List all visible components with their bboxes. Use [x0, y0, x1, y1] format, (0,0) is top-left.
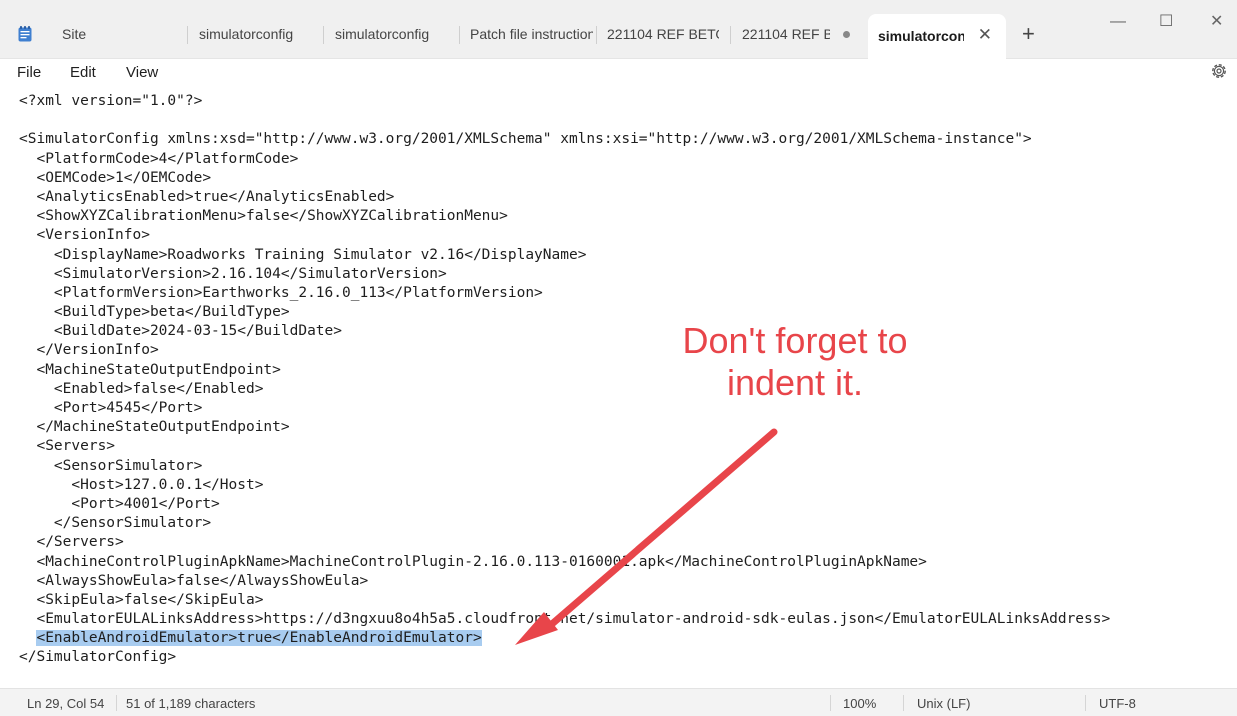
code-line-text: <EmulatorEULALinksAddress>https://d3ngxu… — [19, 611, 1111, 628]
code-line: <MachineControlPluginApkName>MachineCont… — [19, 553, 1110, 572]
code-line-text: </SensorSimulator> — [19, 515, 212, 532]
code-line: <Port>4001</Port> — [19, 495, 1110, 514]
annotation-line-2: indent it. — [726, 362, 864, 403]
code-line: </MachineStateOutputEndpoint> — [19, 418, 1110, 437]
menu-edit[interactable]: Edit — [70, 63, 96, 83]
code-line-text: <Port>4545</Port> — [19, 400, 203, 416]
annotation-line-1: Don't forget to — [682, 320, 908, 361]
code-line-text: </SimulatorConfig> — [19, 649, 177, 666]
code-line-text: <SimulatorConfig xmlns:xsd="http://www.w… — [19, 131, 1032, 148]
maximize-button[interactable]: ☐ — [1159, 12, 1173, 32]
text-editor[interactable]: <?xml version="1.0"?> <SimulatorConfig xm… — [0, 88, 1237, 688]
notepad-icon — [18, 26, 32, 42]
status-divider — [116, 695, 117, 711]
status-bar: Ln 29, Col 54 51 of 1,189 characters 100… — [0, 688, 1237, 716]
tab-divider — [187, 26, 188, 44]
code-line-text: <PlatformVersion>Earthworks_2.16.0_113</… — [19, 284, 543, 301]
code-line-text: <Servers> — [19, 438, 116, 455]
status-divider — [830, 695, 831, 711]
tab-patch-file-instructions[interactable]: Patch file instructions — [470, 22, 593, 46]
code-line: </SimulatorConfig> — [19, 648, 1110, 667]
tab-label: simulatorconfig — [878, 28, 964, 44]
code-line-text: <EnableAndroidEmulator>true</EnableAndro… — [36, 630, 482, 647]
code-line-text: <MachineControlPluginApkName>MachineCont… — [19, 553, 927, 570]
code-line: <SimulatorConfig xmlns:xsd="http://www.w… — [19, 130, 1110, 149]
code-line: <PlatformVersion>Earthworks_2.16.0_113</… — [19, 284, 1110, 303]
code-line: <AnalyticsEnabled>true</AnalyticsEnabled… — [19, 188, 1110, 207]
code-line-text: <SimulatorVersion>2.16.104</SimulatorVer… — [19, 265, 447, 282]
code-line-text: </VersionInfo> — [19, 342, 159, 359]
code-line: <EmulatorEULALinksAddress>https://d3ngxu… — [19, 610, 1110, 629]
tab-divider — [596, 26, 597, 44]
code-line: <AlwaysShowEula>false</AlwaysShowEula> — [19, 572, 1110, 591]
code-line: <PlatformCode>4</PlatformCode> — [19, 150, 1110, 169]
minimize-button[interactable]: — — [1110, 12, 1126, 32]
code-line-text: </MachineStateOutputEndpoint> — [19, 419, 290, 436]
tab-ref-beton-1[interactable]: 221104 REF BETON — [607, 22, 719, 46]
new-tab-button[interactable]: + — [1022, 22, 1035, 46]
code-line-text: <DisplayName>Roadworks Training Simulato… — [19, 246, 587, 263]
code-line: <?xml version="1.0"?> — [19, 92, 1110, 111]
code-line: <Servers> — [19, 437, 1110, 456]
window-close-button[interactable]: ✕ — [1210, 12, 1223, 32]
status-divider — [903, 695, 904, 711]
tab-simulatorconfig-1[interactable]: simulatorconfig — [199, 22, 314, 46]
close-tab-icon[interactable]: ✕ — [978, 25, 992, 45]
menu-file[interactable]: File — [17, 63, 41, 83]
tab-ref-beton-2[interactable]: 221104 REF BETON — [742, 22, 830, 46]
code-line: <SkipEula>false</SkipEula> — [19, 591, 1110, 610]
selected-code-line: <EnableAndroidEmulator>true</EnableAndro… — [19, 629, 1110, 648]
status-divider — [1085, 695, 1086, 711]
gear-icon[interactable] — [1209, 61, 1229, 81]
code-line: </Servers> — [19, 533, 1110, 552]
tab-divider — [459, 26, 460, 44]
code-line: <SimulatorVersion>2.16.104</SimulatorVer… — [19, 265, 1110, 284]
code-line-text: <OEMCode>1</OEMCode> — [19, 169, 212, 186]
code-line-text: <ShowXYZCalibrationMenu>false</ShowXYZCa… — [19, 208, 508, 225]
menu-bar: File Edit View — [0, 59, 1237, 87]
code-line: </SensorSimulator> — [19, 514, 1110, 533]
tab-simulatorconfig-2[interactable]: simulatorconfig — [335, 22, 450, 46]
code-line-text: <Port>4001</Port> — [19, 495, 220, 512]
code-line-text: <PlatformCode>4</PlatformCode> — [19, 150, 299, 167]
code-line-text: <BuildDate>2024-03-15</BuildDate> — [19, 323, 343, 340]
unsaved-dot-icon — [843, 31, 850, 38]
menu-view[interactable]: View — [126, 63, 158, 83]
tab-site[interactable]: Site — [62, 22, 172, 46]
code-line: <VersionInfo> — [19, 226, 1110, 245]
code-line-text: <SkipEula>false</SkipEula> — [19, 591, 264, 608]
tab-simulatorconfig-active[interactable]: simulatorconfig ✕ — [868, 14, 1006, 59]
code-line-text: <BuildType>beta</BuildType> — [19, 304, 290, 321]
annotation-callout: Don't forget to indent it. — [640, 320, 950, 404]
code-line-text: <Enabled>false</Enabled> — [19, 380, 264, 397]
selection-count: 51 of 1,189 characters — [126, 696, 256, 711]
code-line: <OEMCode>1</OEMCode> — [19, 169, 1110, 188]
code-line-text: <?xml version="1.0"?> — [19, 93, 203, 109]
code-line: <Host>127.0.0.1</Host> — [19, 476, 1110, 495]
code-line-text: <Host>127.0.0.1</Host> — [19, 476, 264, 493]
code-line: <DisplayName>Roadworks Training Simulato… — [19, 246, 1110, 265]
tab-divider — [730, 26, 731, 44]
code-line-text: <VersionInfo> — [19, 227, 150, 244]
line-ending[interactable]: Unix (LF) — [917, 696, 970, 712]
code-line-text: <SensorSimulator> — [19, 457, 203, 474]
code-line: <ShowXYZCalibrationMenu>false</ShowXYZCa… — [19, 207, 1110, 226]
code-line-text: <AnalyticsEnabled>true</AnalyticsEnabled… — [19, 188, 395, 205]
encoding[interactable]: UTF-8 — [1099, 696, 1136, 712]
zoom-level[interactable]: 100% — [843, 696, 876, 712]
code-line-text: </Servers> — [19, 534, 124, 551]
code-line-text: <MachineStateOutputEndpoint> — [19, 361, 281, 378]
tab-bar: Site simulatorconfig simulatorconfig Pat… — [0, 0, 1237, 59]
tab-divider — [323, 26, 324, 44]
cursor-position[interactable]: Ln 29, Col 54 — [27, 696, 104, 712]
code-line: <SensorSimulator> — [19, 457, 1110, 476]
code-line-text: <AlwaysShowEula>false</AlwaysShowEula> — [19, 572, 369, 589]
